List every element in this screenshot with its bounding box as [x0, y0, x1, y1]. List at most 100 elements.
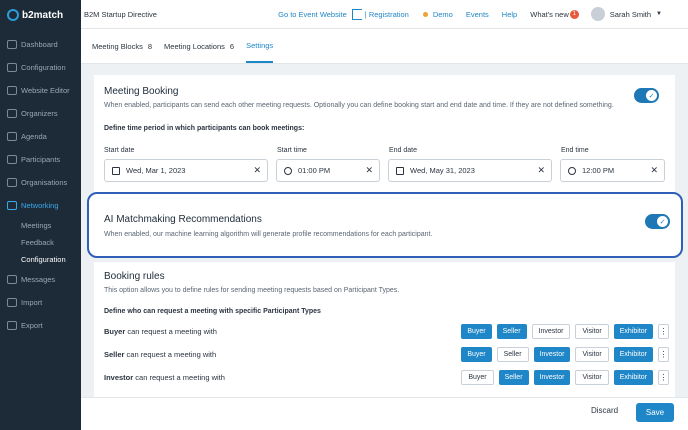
more-options-icon[interactable]: ⋮ — [658, 370, 669, 385]
tab-meeting-blocks[interactable]: Meeting Blocks 8 — [92, 29, 152, 63]
tab-meeting-locations[interactable]: Meeting Locations 6 — [164, 29, 234, 63]
sidebar-item-website-editor[interactable]: Website Editor — [0, 79, 81, 102]
help-link[interactable]: Help — [502, 10, 517, 19]
rule-suffix: can request a meeting with — [133, 373, 225, 382]
tab-label: Settings — [246, 40, 274, 50]
website-icon — [7, 86, 17, 95]
sidebar-item-agenda[interactable]: Agenda — [0, 125, 81, 148]
sidebar-item-participants[interactable]: Participants — [0, 148, 81, 171]
whats-new-button[interactable]: What's new 1 — [530, 9, 579, 19]
end-date-field[interactable]: Wed, May 31, 2023 ✕ — [388, 159, 552, 182]
period-label: Define time period in which participants… — [104, 125, 305, 132]
sidebar-item-import[interactable]: Import — [0, 291, 81, 314]
sidebar-subitem-feedback[interactable]: Feedback — [0, 234, 81, 251]
status-dot-icon — [422, 11, 428, 17]
chip-investor[interactable]: Investor — [533, 347, 571, 362]
rule-row-investor: Investor can request a meeting with Buye… — [104, 369, 669, 386]
sidebar-item-label: Dashboard — [21, 40, 58, 49]
login-icon[interactable] — [351, 8, 362, 20]
sidebar: b2match Dashboard Configuration Website … — [0, 0, 81, 430]
more-options-icon[interactable]: ⋮ — [658, 347, 669, 362]
rule-text: Buyer can request a meeting with — [104, 327, 456, 336]
demo-status[interactable]: Demo — [422, 10, 453, 19]
clear-icon[interactable]: ✕ — [537, 165, 545, 176]
sidebar-item-messages[interactable]: Messages — [0, 268, 81, 291]
participant-type: Seller — [104, 350, 125, 359]
sidebar-subitem-configuration[interactable]: Configuration — [0, 251, 81, 268]
chip-buyer[interactable]: Buyer — [461, 370, 494, 385]
start-date-label: Start date — [104, 147, 135, 154]
clock-icon — [284, 166, 292, 175]
chip-seller[interactable]: Seller — [498, 370, 529, 385]
notification-badge: 1 — [569, 9, 579, 19]
chip-visitor[interactable]: Visitor — [575, 370, 609, 385]
chevron-down-icon: ▼ — [656, 11, 662, 17]
sidebar-item-configuration[interactable]: Configuration — [0, 56, 81, 79]
whats-new-label: What's new — [530, 9, 569, 19]
start-date-field[interactable]: Wed, Mar 1, 2023 ✕ — [104, 159, 268, 182]
chip-seller[interactable]: Seller — [496, 324, 527, 339]
calendar-icon — [396, 166, 404, 175]
end-time-field[interactable]: 12:00 PM ✕ — [560, 159, 665, 182]
chip-buyer[interactable]: Buyer — [461, 347, 492, 362]
booking-rules-subheading: Define who can request a meeting with sp… — [104, 308, 321, 315]
check-icon: ✓ — [657, 216, 668, 227]
sidebar-item-label: Networking — [21, 201, 59, 210]
dashboard-icon — [7, 40, 17, 49]
ai-matchmaking-toggle[interactable]: ✓ — [645, 214, 670, 229]
go-to-event-link[interactable]: Go to Event Website — [278, 10, 347, 19]
meeting-booking-description: When enabled, participants can send each… — [104, 102, 614, 109]
chip-investor[interactable]: Investor — [531, 324, 571, 339]
organizers-icon — [7, 109, 17, 118]
sidebar-subitem-meetings[interactable]: Meetings — [0, 217, 81, 234]
chip-exhibitor[interactable]: Exhibitor — [613, 370, 653, 385]
clear-icon[interactable]: ✕ — [365, 165, 373, 176]
avatar — [590, 7, 605, 21]
sidebar-item-label: Export — [21, 321, 43, 330]
sidebar-subitem-label: Feedback — [21, 238, 54, 247]
main-content: Meeting Booking When enabled, participan… — [81, 64, 688, 397]
rule-text: Seller can request a meeting with — [104, 350, 456, 359]
clock-icon — [568, 166, 576, 175]
b2match-logo-icon — [7, 9, 19, 21]
chip-seller[interactable]: Seller — [496, 347, 529, 362]
tab-settings[interactable]: Settings — [246, 29, 274, 63]
sidebar-item-export[interactable]: Export — [0, 314, 81, 337]
start-date-value: Wed, Mar 1, 2023 — [126, 166, 186, 175]
start-time-field[interactable]: 01:00 PM ✕ — [276, 159, 380, 182]
events-link[interactable]: Events — [466, 10, 489, 19]
meeting-booking-toggle[interactable]: ✓ — [634, 88, 659, 103]
participant-type: Investor — [104, 373, 134, 382]
user-menu[interactable]: Sarah Smith ▼ — [590, 7, 662, 21]
chip-investor[interactable]: Investor — [533, 370, 571, 385]
discard-button[interactable]: Discard — [591, 406, 618, 415]
chip-exhibitor[interactable]: Exhibitor — [613, 324, 653, 339]
clear-icon[interactable]: ✕ — [650, 165, 658, 176]
calendar-icon — [112, 166, 120, 175]
sidebar-item-label: Agenda — [21, 132, 47, 141]
chip-buyer[interactable]: Buyer — [461, 324, 492, 339]
ai-matchmaking-description: When enabled, our machine learning algor… — [104, 231, 433, 238]
sidebar-item-dashboard[interactable]: Dashboard — [0, 33, 81, 56]
meeting-booking-title: Meeting Booking — [104, 86, 179, 97]
start-time-label: Start time — [277, 147, 307, 154]
sidebar-item-label: Organizers — [21, 109, 58, 118]
chip-visitor[interactable]: Visitor — [575, 324, 609, 339]
end-time-label: End time — [561, 147, 589, 154]
chip-exhibitor[interactable]: Exhibitor — [613, 347, 653, 362]
chip-visitor[interactable]: Visitor — [575, 347, 609, 362]
registration-link[interactable]: | Registration — [365, 10, 409, 19]
rule-row-buyer: Buyer can request a meeting with Buyer S… — [104, 323, 669, 340]
sidebar-item-organisations[interactable]: Organisations — [0, 171, 81, 194]
sidebar-item-label: Configuration — [21, 63, 66, 72]
sidebar-item-label: Participants — [21, 155, 61, 164]
more-options-icon[interactable]: ⋮ — [658, 324, 669, 339]
clear-icon[interactable]: ✕ — [253, 165, 261, 176]
booking-rules-title: Booking rules — [104, 271, 165, 282]
sidebar-item-networking[interactable]: Networking — [0, 194, 81, 217]
brand-logo[interactable]: b2match — [0, 0, 81, 30]
save-button[interactable]: Save — [636, 403, 674, 422]
tab-label: Meeting Locations — [164, 41, 225, 51]
footer-bar: Discard Save — [81, 397, 688, 430]
sidebar-item-organizers[interactable]: Organizers — [0, 102, 81, 125]
